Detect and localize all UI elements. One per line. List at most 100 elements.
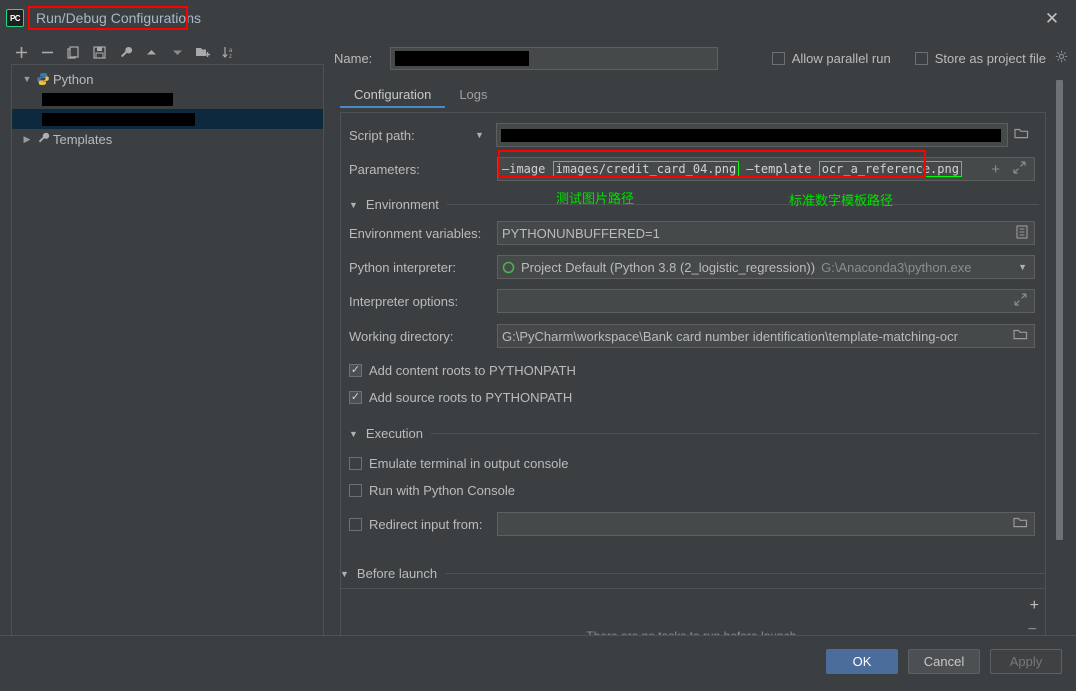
top-options: Allow parallel run Store as project file [771,50,1068,66]
expand-icon[interactable] [1014,293,1027,309]
before-launch-task-list[interactable]: There are no tasks to run before launch.… [340,588,1046,636]
before-launch-section-header[interactable]: ▼ Before launch [340,566,1046,581]
python-icon [36,72,50,86]
store-as-project-file-label: Store as project file [934,50,1046,66]
configurations-tree[interactable]: ▼ Python ▶ Templates [11,64,324,638]
tree-node-config-2-selected[interactable] [12,109,323,129]
sort-alphabetically-icon[interactable]: a z [216,41,242,63]
parameters-input[interactable]: —image images/credit_card_04.png —templa… [497,157,1035,181]
checkbox-box[interactable] [349,391,362,404]
dialog-buttons: OK Cancel Apply [826,649,1062,674]
redacted-config-name [42,112,195,126]
checkbox-box[interactable] [349,484,362,497]
python-interpreter-row: Python interpreter: Project Default (Pyt… [341,255,1045,279]
parameters-flag-image: —image [502,162,553,176]
parameters-label: Parameters: [349,161,420,177]
save-icon[interactable] [86,41,112,63]
annotation-test-image-path: 测试图片路径 [556,192,635,207]
checkbox-box[interactable] [914,51,928,65]
run-debug-configurations-dialog: PC Run/Debug Configurations ✕ a z ▼ Pyth… [0,0,1076,691]
checkbox-box[interactable] [349,517,362,531]
add-content-roots-label: Add content roots to PYTHONPATH [369,363,576,378]
emulate-terminal-label: Emulate terminal in output console [369,456,569,471]
execution-section-header[interactable]: ▼ Execution [349,426,1039,441]
move-up-icon[interactable] [138,41,164,63]
add-source-roots-checkbox[interactable]: Add source roots to PYTHONPATH [349,390,572,405]
redirect-input-checkbox[interactable]: Redirect input from: [349,517,497,532]
add-content-roots-checkbox[interactable]: Add content roots to PYTHONPATH [349,363,576,378]
parameters-flag-template: —template [739,162,819,176]
annotation-template-path: 标准数字模板路径 [789,194,894,209]
run-with-python-console-checkbox[interactable]: Run with Python Console [349,483,515,498]
chevron-down-icon[interactable]: ▼ [349,200,358,210]
remove-icon[interactable] [34,41,60,63]
interpreter-options-label: Interpreter options: [349,293,459,309]
environment-section-header[interactable]: ▼ Environment [349,197,1039,212]
tree-node-templates[interactable]: ▶ Templates [12,129,323,149]
remove-task-icon[interactable]: − [1028,621,1037,635]
name-label: Name: [334,50,373,66]
new-folder-icon[interactable] [190,41,216,63]
add-task-icon[interactable]: + [1030,597,1039,615]
redirect-input-row: Redirect input from: [341,512,1045,536]
redirect-input-field[interactable] [497,512,1035,536]
tab-configuration[interactable]: Configuration [340,87,446,108]
environment-variables-input[interactable]: PYTHONUNBUFFERED=1 [497,221,1035,245]
move-down-icon[interactable] [164,41,190,63]
chevron-down-icon[interactable]: ▼ [1018,262,1027,272]
checkbox-box[interactable] [349,364,362,377]
script-path-row: Script path: ▼ [341,123,1045,147]
redacted-script-path [500,128,1001,142]
add-source-roots-row: Add source roots to PYTHONPATH [341,390,1045,405]
parameters-image-value: images/credit_card_04.png [552,161,740,177]
gear-icon[interactable] [1055,50,1068,66]
redirect-input-label: Redirect input from: [369,516,483,532]
apply-button[interactable]: Apply [990,649,1062,674]
run-with-python-console-label: Run with Python Console [369,483,515,498]
dialog-titlebar: PC Run/Debug Configurations ✕ [0,0,1076,36]
working-directory-value: G:\PyCharm\workspace\Bank card number id… [502,328,958,344]
interpreter-options-row: Interpreter options: [341,289,1045,313]
chevron-down-icon[interactable]: ▼ [475,130,484,140]
tree-node-python[interactable]: ▼ Python [12,69,323,89]
folder-icon[interactable] [1013,328,1028,344]
editor-tabs: Configuration Logs [340,80,502,108]
allow-parallel-run-label: Allow parallel run [791,50,891,66]
chevron-down-icon[interactable]: ▼ [20,74,34,84]
name-input[interactable] [390,46,718,70]
form-scrollbar-thumb[interactable] [1056,80,1063,540]
close-icon[interactable]: ✕ [1042,8,1062,28]
wrench-icon[interactable] [112,41,138,63]
svg-text:z: z [229,54,232,60]
interpreter-options-input[interactable] [497,289,1035,313]
python-interpreter-path-hint: G:\Anaconda3\python.exe [821,259,972,275]
cancel-button[interactable]: Cancel [908,649,980,674]
checkbox-box[interactable] [771,51,785,65]
chevron-down-icon[interactable]: ▼ [340,569,349,579]
working-directory-input[interactable]: G:\PyCharm\workspace\Bank card number id… [497,324,1035,348]
chevron-right-icon[interactable]: ▶ [20,134,34,145]
ok-button[interactable]: OK [826,649,898,674]
list-editor-icon[interactable] [1016,224,1028,242]
add-content-roots-row: Add content roots to PYTHONPATH [341,363,1045,378]
expand-icon[interactable] [1013,161,1026,177]
checkbox-box[interactable] [349,457,362,470]
store-as-project-file-checkbox[interactable]: Store as project file [914,50,1068,66]
emulate-terminal-checkbox[interactable]: Emulate terminal in output console [349,456,568,471]
python-interpreter-value: Project Default (Python 3.8 (2_logistic_… [521,259,816,275]
allow-parallel-run-checkbox[interactable]: Allow parallel run [771,50,891,66]
environment-variables-value: PYTHONUNBUFFERED=1 [502,225,660,241]
add-icon[interactable] [8,41,34,63]
plus-icon[interactable]: + [991,161,1000,178]
folder-icon[interactable] [1014,127,1029,143]
pycharm-logo-icon: PC [6,9,24,27]
python-interpreter-dropdown[interactable]: Project Default (Python 3.8 (2_logistic_… [497,255,1035,279]
folder-icon[interactable] [1013,516,1028,532]
copy-icon[interactable] [60,41,86,63]
environment-variables-row: Environment variables: PYTHONUNBUFFERED=… [341,221,1045,245]
tab-logs[interactable]: Logs [445,87,501,108]
chevron-down-icon[interactable]: ▼ [349,429,358,439]
configuration-editor-panel: Name: Allow parallel run Store as projec… [334,36,1076,636]
tree-node-config-1[interactable] [12,89,323,109]
script-path-input[interactable] [495,123,1008,147]
